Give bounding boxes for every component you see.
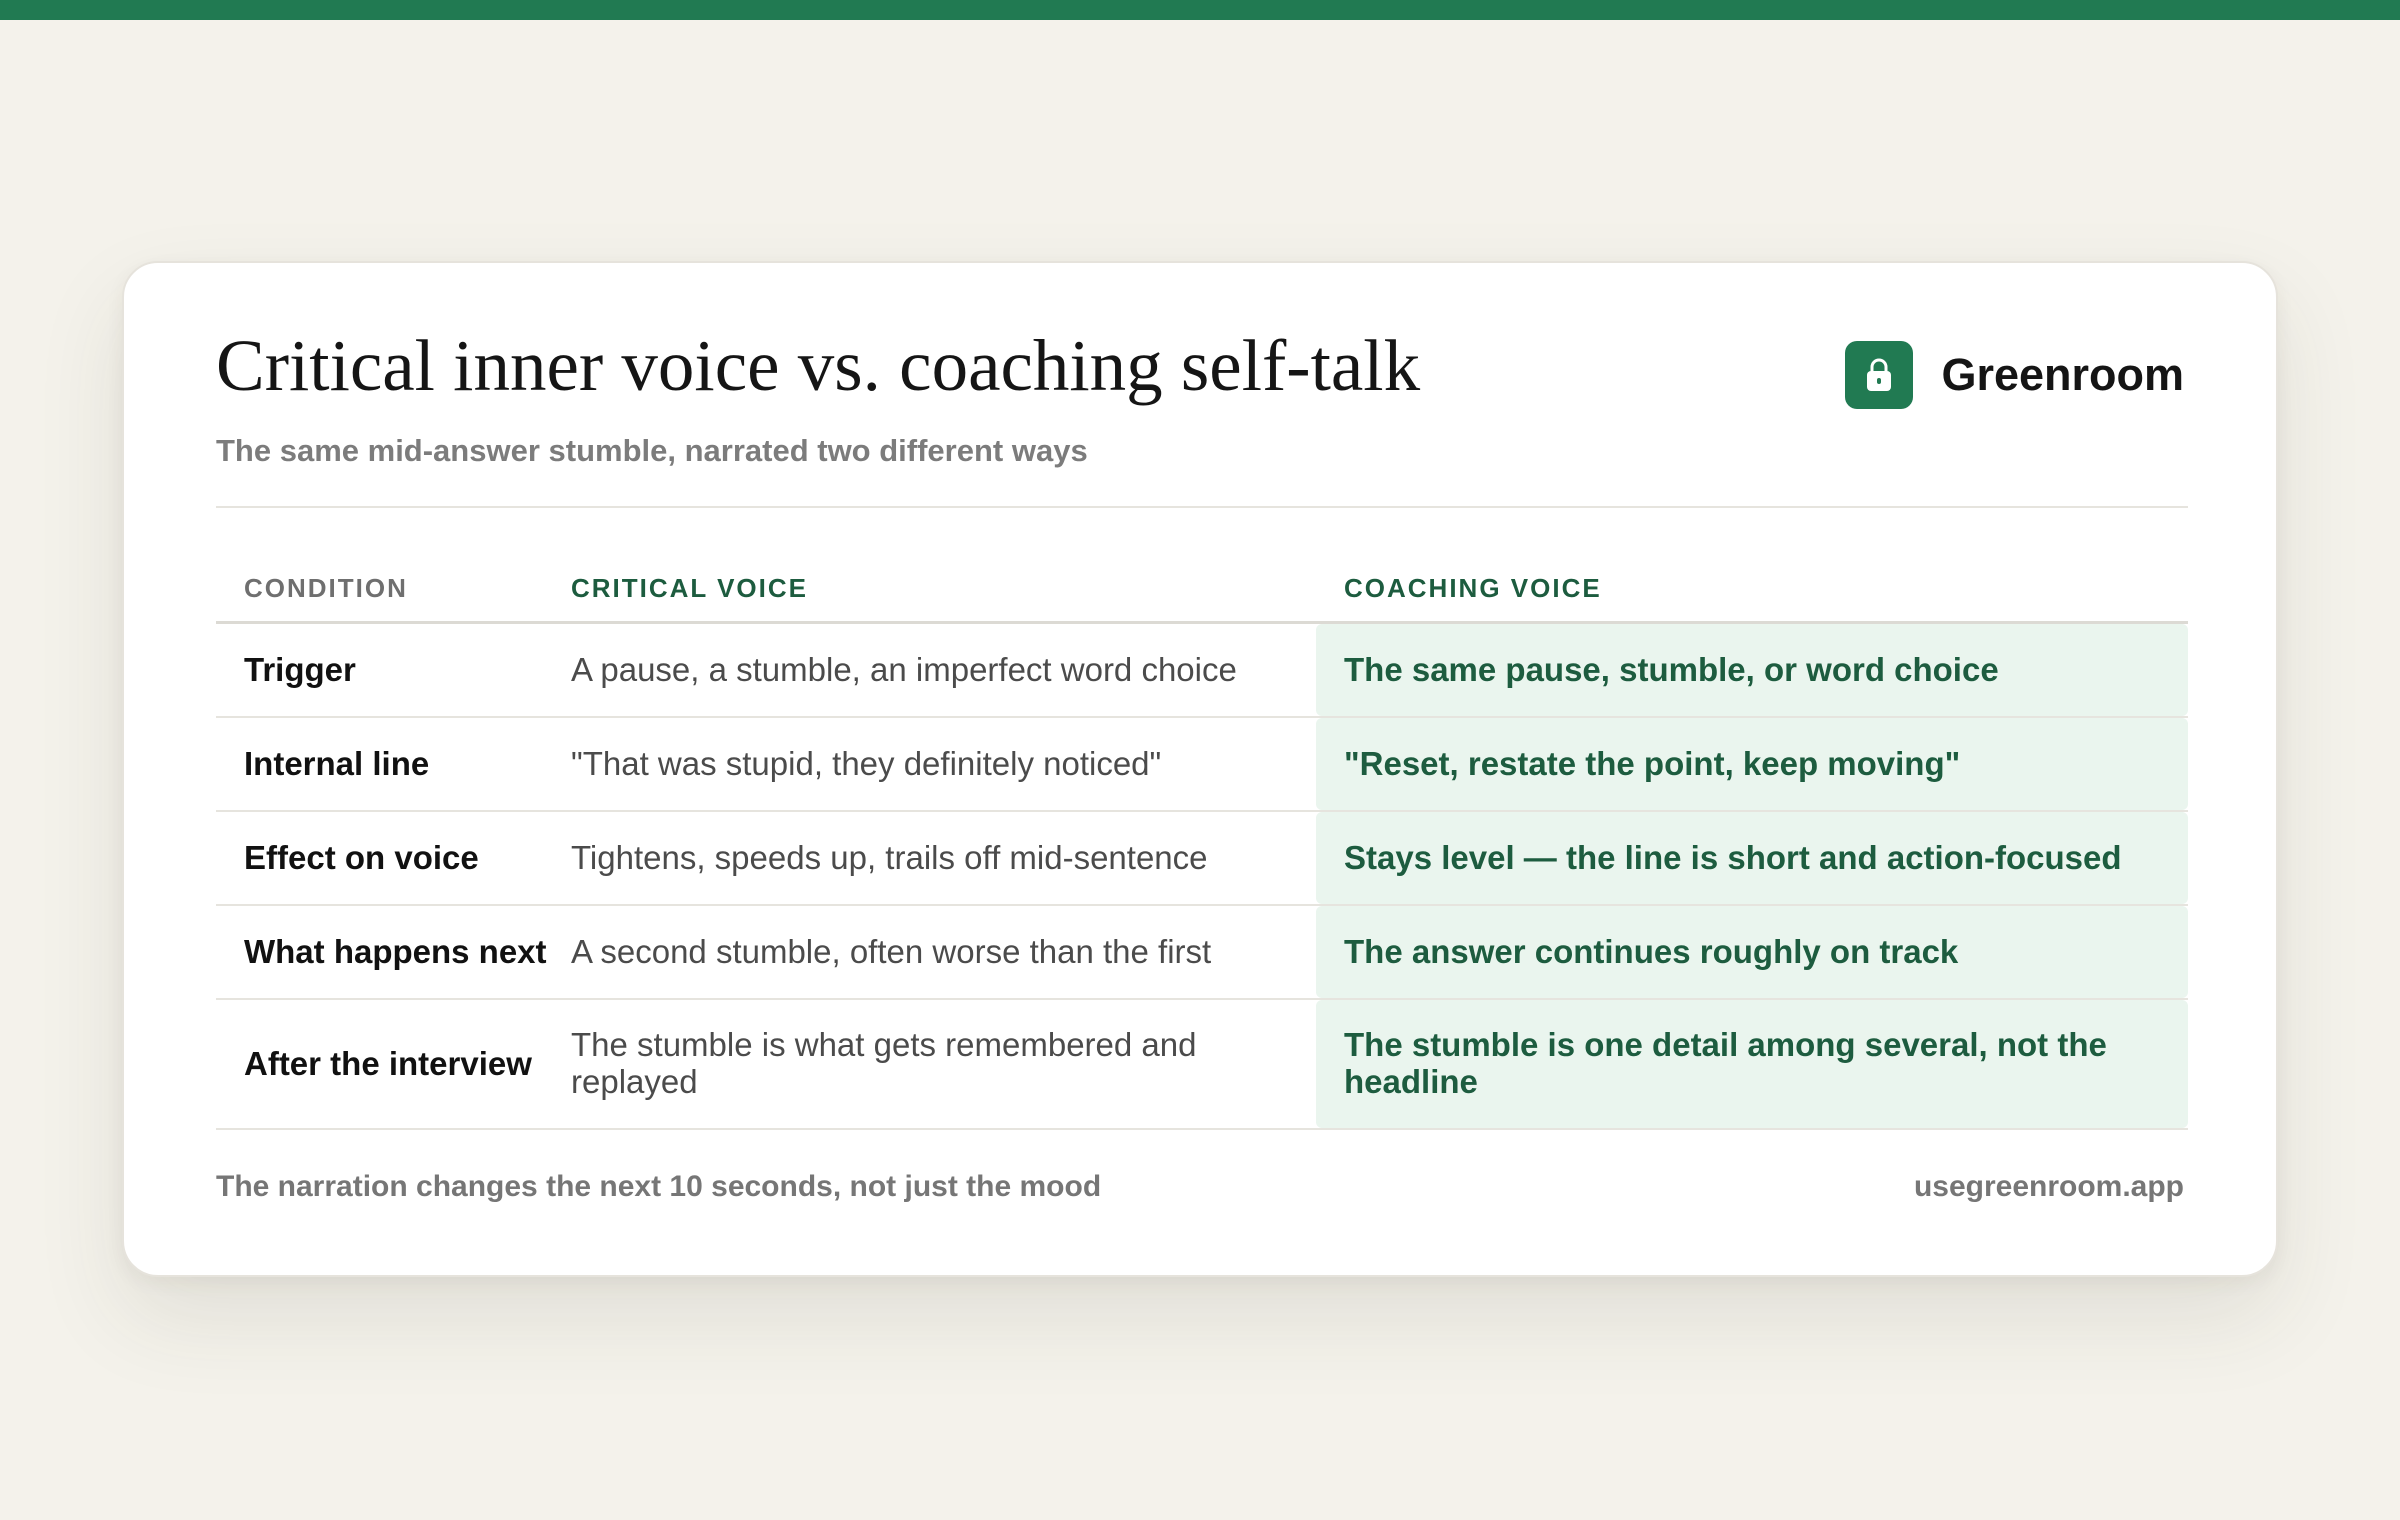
page-subtitle: The same mid-answer stumble, narrated tw… xyxy=(216,433,1088,468)
table-row: Internal line "That was stupid, they def… xyxy=(216,718,2188,812)
table-row: Trigger A pause, a stumble, an imperfect… xyxy=(216,624,2188,718)
condition-cell: What happens next xyxy=(244,932,547,970)
coaching-voice-cell: The answer continues roughly on track xyxy=(1316,906,2188,998)
critical-voice-cell: Tightens, speeds up, trails off mid-sent… xyxy=(571,838,1208,876)
page-title: Critical inner voice vs. coaching self-t… xyxy=(216,325,1421,406)
table-row: Effect on voice Tightens, speeds up, tra… xyxy=(216,812,2188,906)
coaching-voice-cell: The stumble is one detail among several,… xyxy=(1316,1000,2188,1128)
comparison-card: Critical inner voice vs. coaching self-t… xyxy=(122,261,2278,1277)
footer-note: The narration changes the next 10 second… xyxy=(216,1170,1102,1203)
brand-name: Greenroom xyxy=(1941,349,2184,400)
footer-url: usegreenroom.app xyxy=(1913,1170,2184,1203)
header-divider xyxy=(216,506,2188,508)
column-header-coaching-voice: COACHING VOICE xyxy=(1344,573,1602,603)
condition-cell: Internal line xyxy=(244,744,430,782)
condition-cell: Trigger xyxy=(244,650,356,688)
table-header: CONDITION CRITICAL VOICE COACHING VOICE xyxy=(216,561,2188,624)
brand-logo: Greenroom xyxy=(1845,341,2184,409)
table-row: What happens next A second stumble, ofte… xyxy=(216,906,2188,1000)
critical-voice-cell: A pause, a stumble, an imperfect word ch… xyxy=(571,650,1237,688)
condition-cell: Effect on voice xyxy=(244,838,479,876)
condition-cell: After the interview xyxy=(244,1044,532,1082)
critical-voice-cell: "That was stupid, they definitely notice… xyxy=(571,744,1162,782)
comparison-table: CONDITION CRITICAL VOICE COACHING VOICE … xyxy=(216,561,2188,1130)
table-row: After the interview The stumble is what … xyxy=(216,1000,2188,1130)
critical-voice-cell: The stumble is what gets remembered and … xyxy=(571,1026,1197,1100)
coaching-voice-cell: "Reset, restate the point, keep moving" xyxy=(1316,718,2188,810)
critical-voice-cell: A second stumble, often worse than the f… xyxy=(571,932,1212,970)
column-header-condition: CONDITION xyxy=(244,573,408,603)
column-header-critical-voice: CRITICAL VOICE xyxy=(571,573,808,603)
coaching-voice-cell: The same pause, stumble, or word choice xyxy=(1316,624,2188,716)
coaching-voice-cell: Stays level — the line is short and acti… xyxy=(1316,812,2188,904)
lock-icon xyxy=(1845,341,1914,409)
top-accent-bar xyxy=(0,0,2400,20)
